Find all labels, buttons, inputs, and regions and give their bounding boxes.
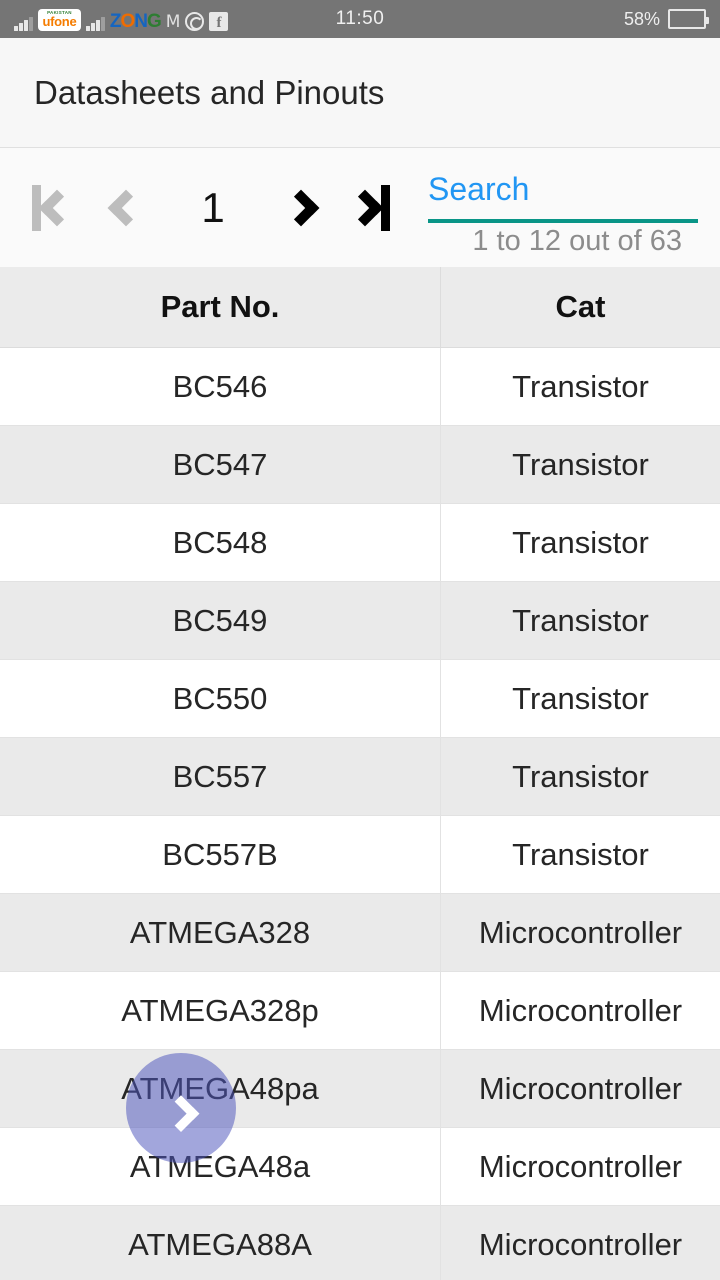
cell-part-no: BC557: [0, 738, 441, 815]
table-row[interactable]: ATMEGA48paMicrocontroller: [0, 1050, 720, 1128]
cell-part-no: BC546: [0, 348, 441, 425]
cell-cat: Microcontroller: [478, 992, 683, 1028]
table-header-row: Part No. Cat: [0, 267, 720, 348]
column-header-cat[interactable]: Cat: [441, 267, 720, 347]
table-row[interactable]: BC547 Transistor: [0, 426, 720, 504]
cell-part-no: ATMEGA328p: [0, 972, 441, 1049]
page-title: Datasheets and Pinouts: [34, 73, 385, 111]
table-row[interactable]: ATMEGA328p Microcontroller: [0, 972, 720, 1050]
result-range-label: 1 to 12 out of 63: [472, 225, 682, 257]
status-bar: PAKISTAN ufone ZONG M f 11:50 58%: [0, 0, 720, 38]
cell-part-no: BC547: [0, 426, 441, 503]
previous-page-button[interactable]: [107, 189, 145, 227]
table-row[interactable]: BC557 Transistor: [0, 738, 720, 816]
last-page-button[interactable]: [346, 185, 390, 231]
next-page-button[interactable]: [282, 189, 320, 227]
table-row[interactable]: BC557B Transistor: [0, 816, 720, 894]
battery-icon: [668, 9, 709, 29]
cell-cat: Transistor: [512, 524, 649, 560]
cell-cat: Transistor: [512, 758, 649, 794]
cell-cat: Microcontroller: [478, 1070, 683, 1106]
table-row[interactable]: BC549 Transistor: [0, 582, 720, 660]
column-header-part-no[interactable]: Part No.: [0, 267, 441, 347]
cell-part-no: ATMEGA88A: [0, 1206, 441, 1280]
cell-cat: Transistor: [512, 680, 649, 716]
cell-cat: Transistor: [512, 446, 649, 482]
cell-part-no: BC549: [0, 582, 441, 659]
next-page-fab[interactable]: [126, 1053, 236, 1163]
chevron-left-icon: [107, 189, 145, 227]
pagination-controls: 1: [0, 149, 425, 267]
cell-part-no: BC557B: [0, 816, 441, 893]
status-bar-right-icons: 58%: [623, 8, 709, 30]
first-page-button[interactable]: [32, 185, 76, 231]
status-bar-clock: 11:50: [335, 8, 385, 29]
table-body: BC546 Transistor BC547 Transistor BC548 Trans…: [0, 348, 720, 1280]
phone-screen: PAKISTAN ufone ZONG M f 11:50 58% Datash…: [0, 0, 720, 1280]
current-page-label: 1: [201, 184, 225, 231]
chevron-left-icon: [38, 189, 76, 227]
parts-table: Part No. Cat BC546 Transistor BC547 Transis…: [0, 267, 720, 1280]
table-row[interactable]: BC546 Transistor: [0, 348, 720, 426]
table-row[interactable]: BC548 Transistor: [0, 504, 720, 582]
cell-part-no: BC548: [0, 504, 441, 581]
cell-cat: Microcontroller: [478, 1226, 683, 1262]
cell-cat: Microcontroller: [478, 1148, 683, 1184]
search-area: 1 to 12 out of 63: [428, 149, 700, 267]
table-row[interactable]: BC550 Transistor: [0, 660, 720, 738]
chevron-right-icon: [346, 189, 384, 227]
cell-cat: Microcontroller: [478, 914, 683, 950]
table-row[interactable]: ATMEGA88A Microcontroller: [0, 1206, 720, 1280]
cell-cat: Transistor: [512, 836, 649, 872]
table-toolbar: 1 1 to 12 out of 63: [0, 149, 720, 267]
app-title-bar: Datasheets and Pinouts: [0, 38, 720, 148]
chevron-right-icon: [282, 189, 320, 227]
cell-part-no: ATMEGA328: [0, 894, 441, 971]
table-row[interactable]: ATMEGA328 Microcontroller: [0, 894, 720, 972]
cell-cat: Transistor: [512, 368, 649, 404]
search-underline: [428, 219, 698, 223]
search-input[interactable]: [428, 171, 700, 208]
table-row[interactable]: ATMEGA48a Microcontroller: [0, 1128, 720, 1206]
battery-percent-label: 58%: [623, 8, 660, 29]
cell-part-no: BC550: [0, 660, 441, 737]
cell-cat: Transistor: [512, 602, 649, 638]
chevron-right-icon: [162, 1095, 200, 1133]
